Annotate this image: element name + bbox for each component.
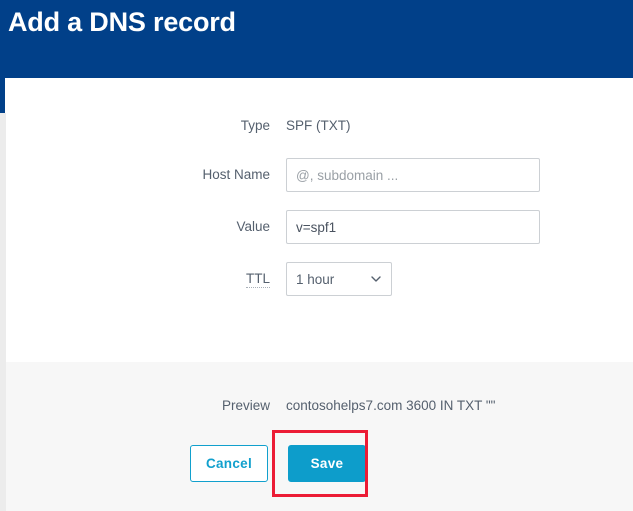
type-value: SPF (TXT) — [286, 118, 351, 133]
dialog-actions: Cancel Save — [6, 445, 633, 483]
form-row-ttl: TTL 1 hour — [6, 262, 633, 296]
page-title: Add a DNS record — [8, 7, 236, 37]
form-row-type: Type SPF (TXT) — [6, 109, 633, 143]
ttl-select-wrap: 1 hour — [6, 262, 398, 296]
form-row-host-name: Host Name — [6, 158, 633, 192]
host-name-input[interactable] — [286, 158, 540, 192]
preview-row: Preview contosohelps7.com 3600 IN TXT "" — [6, 395, 633, 417]
value-input[interactable] — [286, 210, 540, 244]
preview-value: contosohelps7.com 3600 IN TXT "" — [286, 398, 496, 413]
dialog-header: Add a DNS record — [0, 0, 633, 78]
left-accent-strip — [0, 78, 5, 113]
preview-label: Preview — [221, 398, 270, 413]
value-label: Value — [236, 219, 270, 234]
host-name-label: Host Name — [202, 167, 270, 182]
dns-record-form: Type SPF (TXT) Host Name Value TTL 1 hou… — [6, 78, 633, 362]
ttl-select[interactable]: 1 hour — [286, 262, 392, 296]
form-row-value: Value — [6, 210, 633, 244]
save-button[interactable]: Save — [288, 445, 366, 482]
cancel-button[interactable]: Cancel — [190, 445, 268, 482]
dialog-footer: Preview contosohelps7.com 3600 IN TXT ""… — [6, 362, 633, 511]
type-label: Type — [240, 118, 270, 133]
